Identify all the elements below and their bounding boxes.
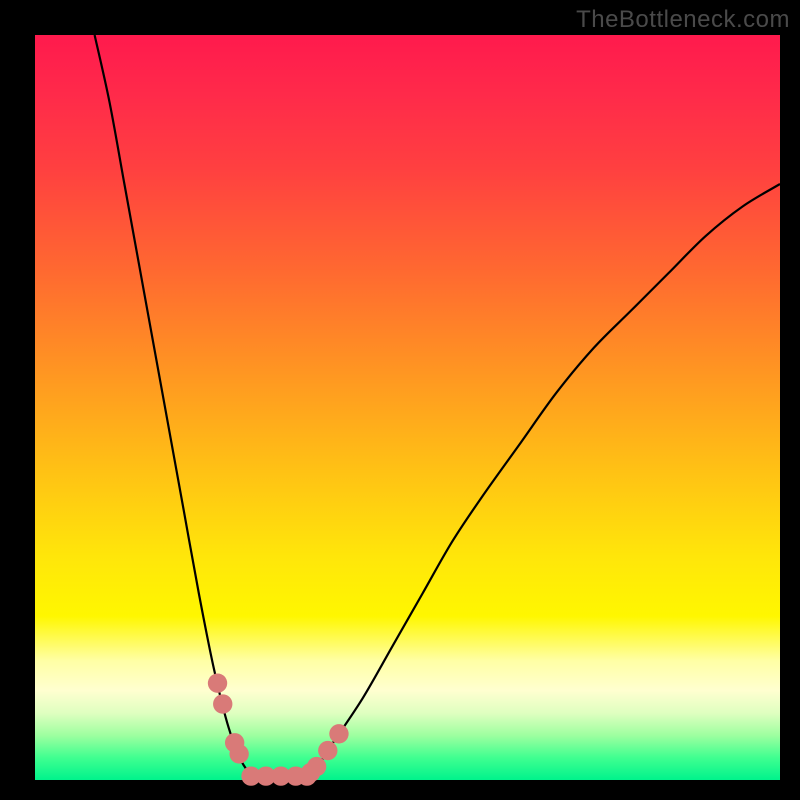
trough-marker-left-0 [208, 673, 227, 692]
trough-marker-left-3 [229, 744, 248, 763]
chart-frame: TheBottleneck.com [0, 0, 800, 800]
trough-marker-right-2 [318, 741, 337, 760]
bottleneck-curve-left-branch [95, 35, 259, 780]
trough-marker-floor-4 [297, 766, 316, 785]
curve-layer [35, 35, 780, 780]
watermark-text: TheBottleneck.com [576, 6, 790, 34]
bottleneck-curve-right-branch [303, 184, 780, 780]
trough-marker-right-3 [329, 724, 348, 743]
trough-marker-left-1 [213, 694, 232, 713]
plot-area [35, 35, 780, 780]
